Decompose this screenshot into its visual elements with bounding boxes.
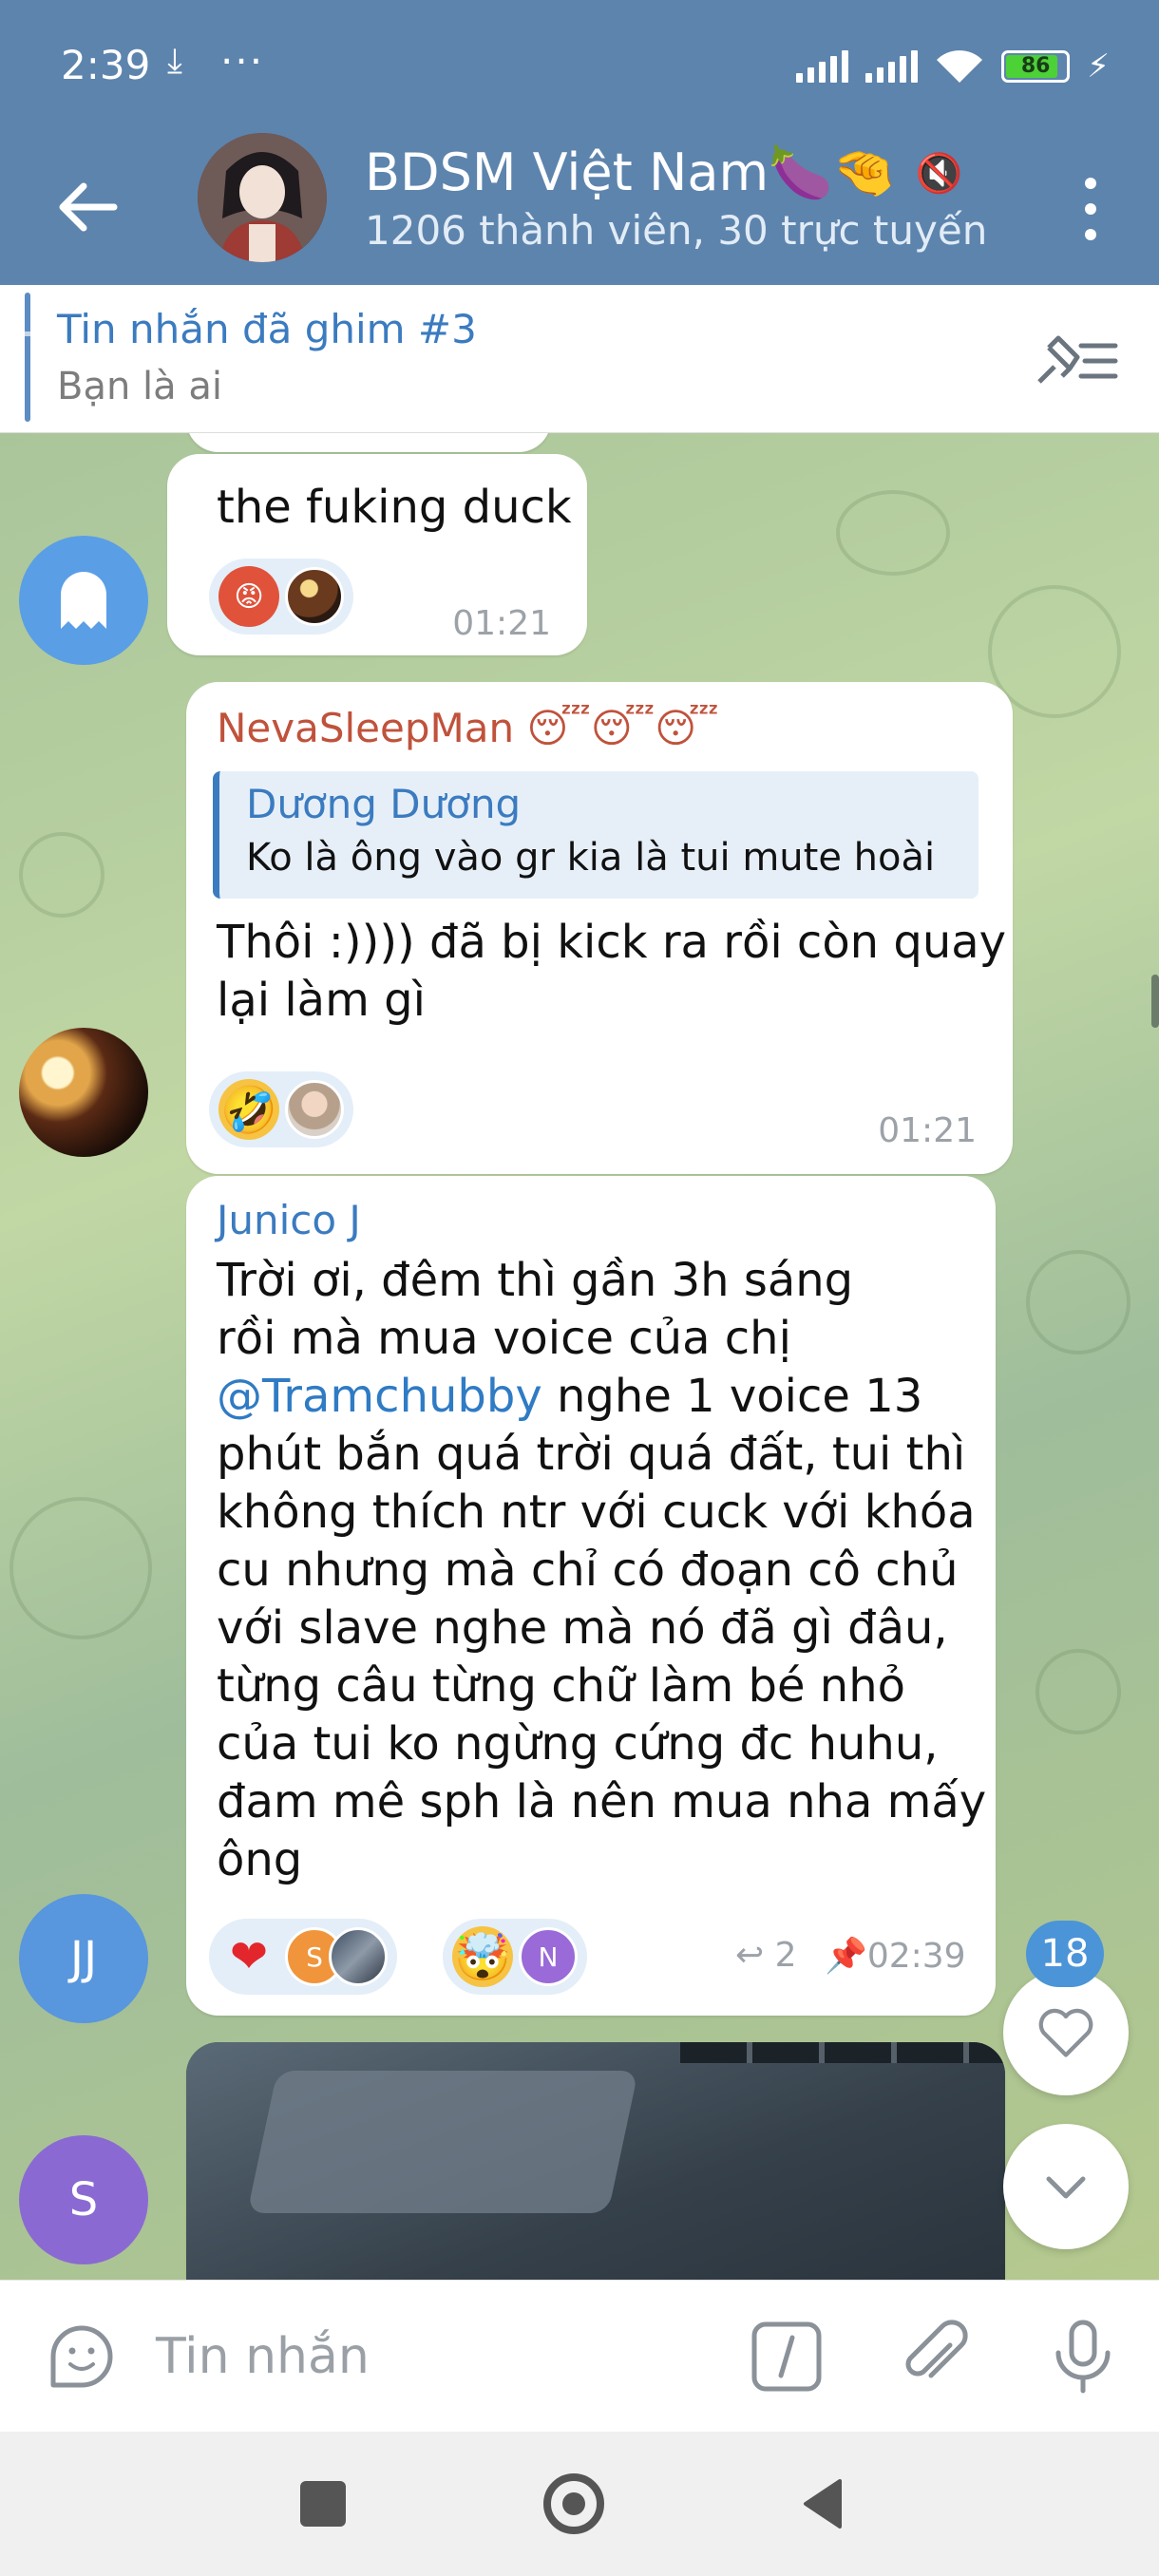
sender-name[interactable]: Junico J bbox=[217, 1197, 361, 1243]
message-line-5: không thích ntr với cuck với khóa bbox=[217, 1486, 976, 1539]
avatar-ghost[interactable] bbox=[19, 536, 148, 665]
reactions-fab[interactable] bbox=[1003, 1970, 1129, 2095]
more-notifications-icon: ··· bbox=[220, 38, 265, 85]
photo-message[interactable] bbox=[186, 2042, 1005, 2280]
mention-link[interactable]: @Tramchubby bbox=[217, 1370, 542, 1423]
member-count: 1206 thành viên, 30 trực tuyến bbox=[365, 207, 988, 254]
message-input-bar: Tin nhắn bbox=[0, 2280, 1159, 2432]
unread-count-badge: 18 bbox=[1026, 1921, 1104, 1987]
avatar-initials: JJ bbox=[69, 1932, 98, 1985]
scrollbar[interactable] bbox=[1151, 975, 1159, 1028]
message-line-6: cu nhưng mà chỉ có đoạn cô chủ bbox=[217, 1544, 959, 1597]
wifi-icon bbox=[937, 50, 983, 83]
message-bubble-1[interactable]: the fuking duck 😡 01:21 bbox=[167, 454, 587, 655]
charging-icon: ⚡ bbox=[1087, 47, 1110, 85]
message-time: 01:21 bbox=[878, 1111, 977, 1150]
muted-icon: 🔇 bbox=[915, 151, 963, 196]
battery-icon: 86 bbox=[1001, 50, 1071, 83]
message-line-4: phút bắn quá trời quá đất, tui thì bbox=[217, 1428, 966, 1481]
message-line-2: rồi mà mua voice của chị bbox=[217, 1312, 791, 1365]
photo-detail bbox=[247, 2071, 638, 2213]
exploding-head-emoji: 🤯 bbox=[452, 1926, 513, 1987]
rofl-emoji: 🤣 bbox=[218, 1079, 279, 1140]
chevron-down-icon bbox=[1046, 2176, 1086, 2199]
sticker-icon[interactable] bbox=[44, 2319, 120, 2395]
heart-outline-icon bbox=[1038, 2008, 1093, 2057]
message-text: the fuking duck bbox=[217, 481, 572, 534]
reply-count[interactable]: ↩ 2 bbox=[735, 1936, 797, 1975]
chat-title-text: BDSM Việt Nam🍆🤏 bbox=[365, 142, 897, 202]
message-line-9: của tui ko ngừng cứng đc huhu, bbox=[217, 1717, 939, 1771]
home-button[interactable] bbox=[543, 2473, 604, 2534]
message-line-3: @Tramchubby nghe 1 voice 13 bbox=[217, 1368, 922, 1426]
heart-emoji: ❤ bbox=[229, 1930, 269, 1983]
message-bubble-3[interactable]: Junico J Trời ơi, đêm thì gần 3h sáng rồ… bbox=[186, 1176, 996, 2016]
reactor-avatar bbox=[285, 567, 344, 626]
reactor-avatar-n: N bbox=[519, 1927, 578, 1986]
system-nav-bar bbox=[0, 2432, 1159, 2576]
message-text-line1: Thôi :)))) đã bị kick ra rồi còn quay bbox=[217, 916, 1007, 969]
signal-icon bbox=[796, 50, 849, 83]
microphone-icon[interactable] bbox=[1045, 2319, 1121, 2395]
download-icon: ⤓ bbox=[167, 42, 182, 81]
reply-arrow-icon: ↩ bbox=[735, 1936, 765, 1975]
pinned-title: Tin nhắn đã ghim #3 bbox=[57, 306, 477, 352]
pinned-icon: 📌 bbox=[825, 1937, 867, 1976]
message-time: 01:21 bbox=[452, 604, 551, 643]
avatar-nevasleepman[interactable] bbox=[19, 1028, 148, 1157]
chat-header: BDSM Việt Nam🍆🤏 🔇 1206 thành viên, 30 tr… bbox=[0, 133, 1159, 285]
status-bar: 2:39 ⤓ ··· 86 ⚡ bbox=[0, 0, 1159, 133]
message-line-1: Trời ơi, đêm thì gần 3h sáng bbox=[217, 1254, 854, 1307]
recents-button[interactable] bbox=[300, 2481, 346, 2527]
pinned-text: Bạn là ai bbox=[57, 365, 222, 408]
avatar-initial: S bbox=[68, 2173, 99, 2226]
photo-keys bbox=[680, 2042, 1003, 2063]
back-button[interactable] bbox=[796, 2475, 853, 2532]
message-line-11: ông bbox=[217, 1833, 303, 1886]
angry-swear-emoji: 😡 bbox=[218, 566, 279, 627]
message-text-line2: lại làm gì bbox=[217, 974, 426, 1027]
message-bubble-previous[interactable] bbox=[186, 433, 551, 452]
status-icons: 86 ⚡ bbox=[796, 47, 1110, 85]
sender-name[interactable]: NevaSleepMan 😴😴😴 bbox=[217, 705, 719, 751]
reply-author: Dương Dương bbox=[246, 781, 522, 827]
pinned-message-bar[interactable]: Tin nhắn đã ghim #3 Bạn là ai bbox=[0, 285, 1159, 433]
scroll-down-fab[interactable] bbox=[1003, 2124, 1129, 2249]
reactions[interactable]: 😡 bbox=[209, 559, 353, 635]
reply-text: Ko là ông vào gr kia là tui mute hoài bbox=[246, 836, 936, 880]
chat-title[interactable]: BDSM Việt Nam🍆🤏 🔇 bbox=[365, 142, 962, 203]
ghost-icon bbox=[61, 572, 106, 629]
bot-commands-icon[interactable] bbox=[749, 2319, 825, 2395]
message-line-10: đam mê sph là nên mua nha mấy bbox=[217, 1775, 987, 1828]
reaction-mindblown[interactable]: 🤯 N bbox=[443, 1919, 587, 1995]
pinned-indicator bbox=[25, 293, 30, 422]
reactor-avatar bbox=[285, 1080, 344, 1139]
avatar-s[interactable]: S bbox=[19, 2135, 148, 2264]
message-line-8: từng câu từng chữ làm bé nhỏ bbox=[217, 1659, 905, 1713]
message-time: 📌02:39 bbox=[825, 1937, 966, 1976]
reactor-avatar-photo bbox=[329, 1927, 388, 1986]
message-input[interactable]: Tin nhắn bbox=[156, 2328, 370, 2385]
avatar-junico[interactable]: JJ bbox=[19, 1894, 148, 2023]
message-line-7: với slave nghe mà nó đã gì đâu, bbox=[217, 1601, 948, 1655]
reply-preview[interactable]: Dương Dương Ko là ông vào gr kia là tui … bbox=[213, 771, 978, 899]
group-avatar[interactable] bbox=[198, 133, 327, 262]
message-bubble-2[interactable]: NevaSleepMan 😴😴😴 Dương Dương Ko là ông v… bbox=[186, 682, 1013, 1174]
more-menu-icon[interactable] bbox=[1072, 171, 1110, 247]
back-arrow-icon[interactable] bbox=[49, 169, 125, 245]
signal-icon-2 bbox=[865, 50, 919, 83]
reaction-heart[interactable]: ❤ S bbox=[209, 1919, 397, 1995]
message-line-3-rest: nghe 1 voice 13 bbox=[542, 1370, 923, 1423]
battery-level: 86 bbox=[1020, 54, 1051, 78]
message-list[interactable]: the fuking duck 😡 01:21 NevaSleepMan 😴😴😴… bbox=[0, 433, 1159, 2280]
pin-list-icon[interactable] bbox=[1034, 327, 1119, 393]
status-time: 2:39 bbox=[61, 42, 151, 88]
attach-icon[interactable] bbox=[897, 2319, 973, 2395]
reactions[interactable]: 🤣 bbox=[209, 1071, 353, 1147]
